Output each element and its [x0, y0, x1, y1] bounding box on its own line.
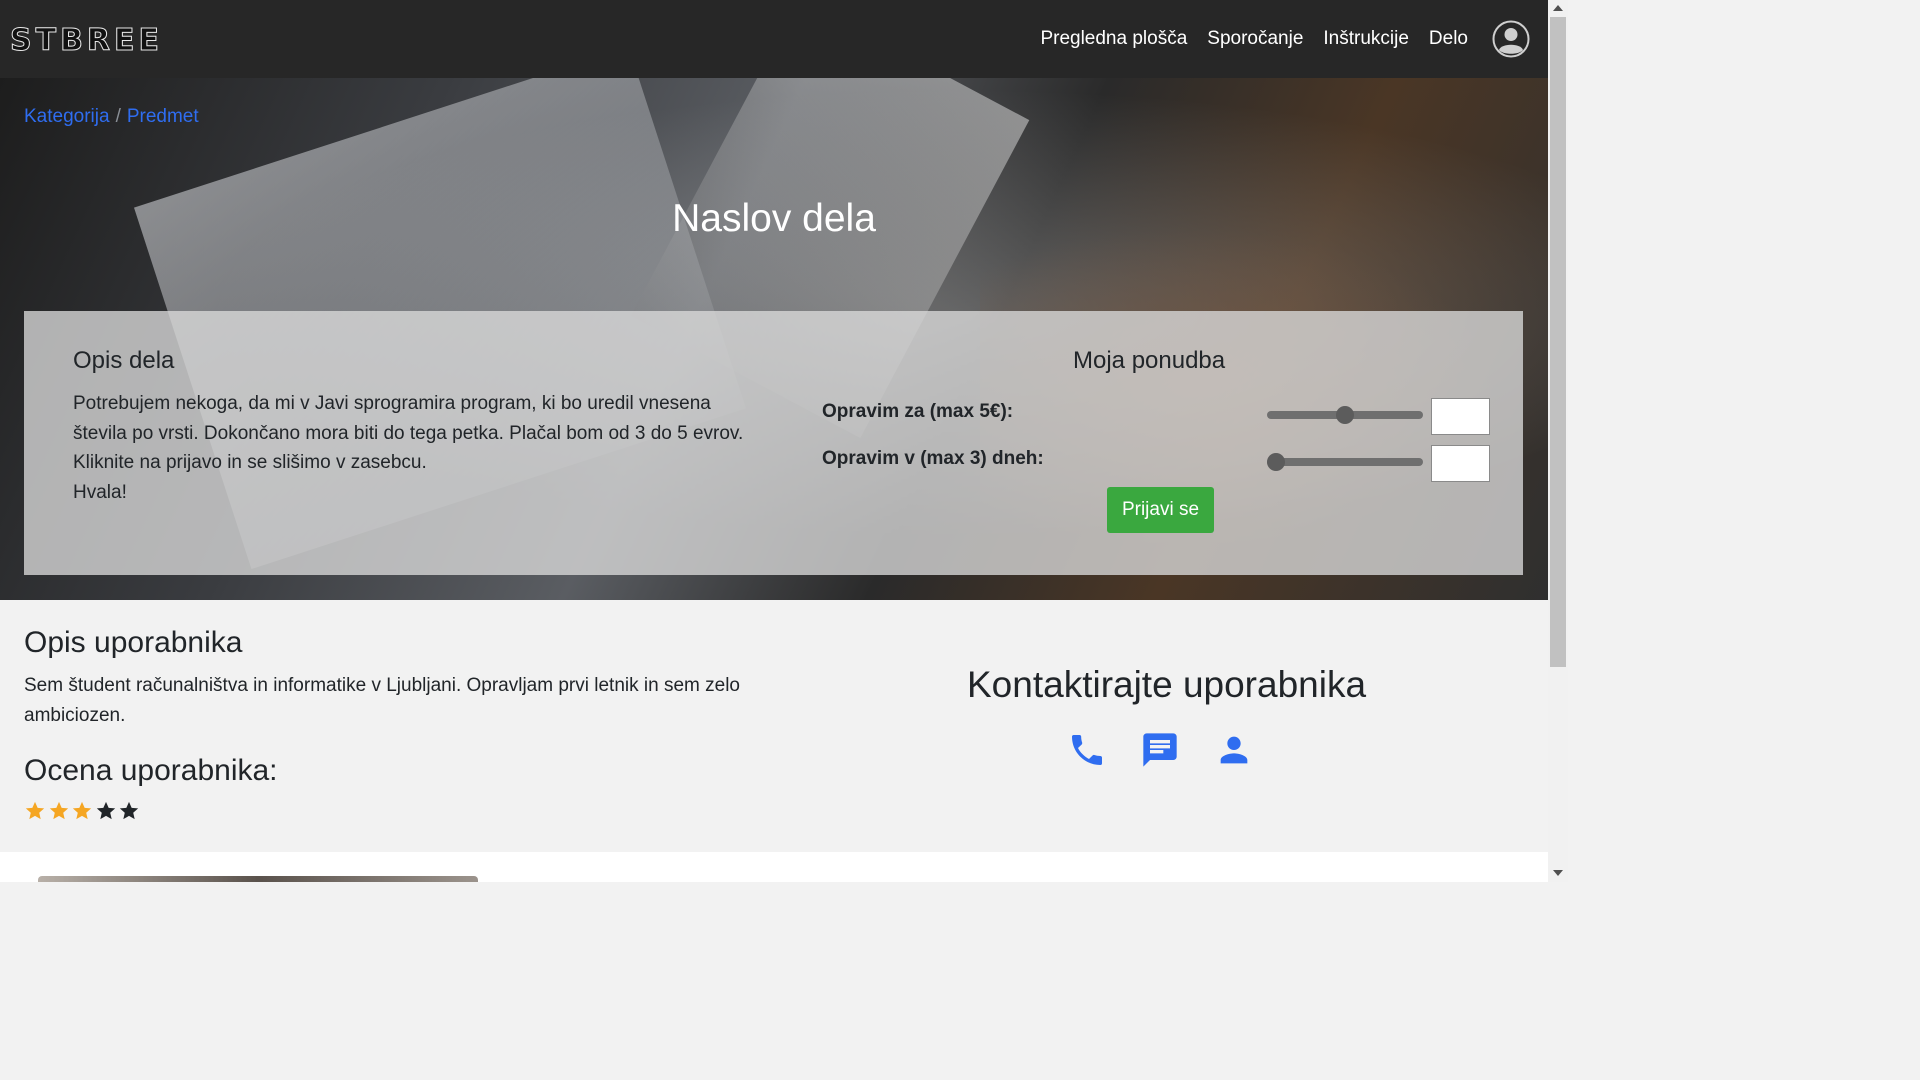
price-input[interactable]	[1431, 398, 1490, 435]
hero-section: Kategorija / Predmet Naslov dela Opis dela…	[0, 78, 1548, 600]
price-slider[interactable]	[1267, 406, 1423, 424]
star-empty-icon	[119, 801, 139, 820]
job-description: Potrebujem nekoga, da mi v Javi sprogram…	[73, 389, 753, 507]
nav-links: Pregledna plošča Sporočanje Inštrukcije …	[1020, 20, 1530, 58]
page-title: Naslov dela	[672, 197, 876, 240]
user-description: Sem študent računalništva in informatike…	[24, 675, 740, 726]
scrollbar-thumb[interactable]	[1550, 17, 1566, 667]
user-rating-title: Ocena uporabnika:	[24, 754, 278, 787]
user-section: Opis uporabnika Sem študent računalništv…	[0, 600, 1548, 852]
apply-button[interactable]: Prijavi se	[1107, 487, 1214, 533]
breadcrumb: Kategorija / Predmet	[24, 106, 199, 128]
days-slider-thumb[interactable]	[1267, 453, 1285, 471]
nav-link-dashboard[interactable]: Pregledna plošča	[1040, 20, 1187, 58]
star-filled-icon	[72, 801, 92, 820]
star-filled-icon	[49, 801, 68, 820]
job-panel: Opis dela Potrebujem nekoga, da mi v Jav…	[24, 311, 1523, 575]
nav-link-work[interactable]: Delo	[1429, 20, 1468, 58]
phone-icon[interactable]	[1067, 730, 1107, 770]
logo[interactable]: STBREE	[9, 23, 163, 59]
job-description-closing: Hvala!	[73, 481, 127, 503]
user-circle-icon[interactable]	[1492, 20, 1530, 58]
star-filled-icon	[25, 801, 45, 820]
nav-link-tutoring[interactable]: Inštrukcije	[1323, 20, 1409, 58]
breadcrumb-separator: /	[115, 106, 121, 127]
days-input[interactable]	[1431, 445, 1490, 482]
job-description-text: Potrebujem nekoga, da mi v Javi sprogram…	[73, 393, 744, 473]
next-section-preview	[0, 852, 1548, 882]
scroll-up-icon[interactable]	[1553, 5, 1563, 11]
star-empty-icon	[96, 801, 115, 820]
message-icon[interactable]	[1140, 730, 1180, 770]
user-description-title: Opis uporabnika	[24, 626, 243, 659]
breadcrumb-subject[interactable]: Predmet	[127, 106, 199, 127]
person-icon[interactable]	[1214, 730, 1254, 770]
offer-title: Moja ponudba	[1073, 347, 1226, 374]
breadcrumb-category[interactable]: Kategorija	[24, 106, 110, 127]
scroll-down-icon[interactable]	[1553, 870, 1563, 876]
days-slider[interactable]	[1267, 453, 1423, 471]
contact-title: Kontaktirajte uporabnika	[967, 664, 1367, 705]
nav-link-messaging[interactable]: Sporočanje	[1207, 20, 1303, 58]
user-rating-stars	[24, 800, 142, 822]
price-label: Opravim za (max 5€):	[822, 401, 1014, 422]
days-label: Opravim v (max 3) dneh:	[822, 448, 1044, 469]
price-slider-thumb[interactable]	[1336, 406, 1354, 424]
navbar: STBREE Pregledna plošča Sporočanje Inštr…	[0, 0, 1548, 78]
next-section-image	[38, 876, 478, 882]
job-description-title: Opis dela	[73, 347, 175, 374]
